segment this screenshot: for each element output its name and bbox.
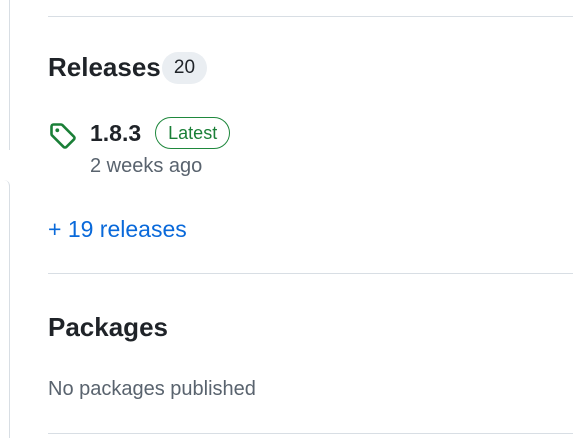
adjacent-panel-edge [0, 180, 10, 438]
tag-icon [50, 123, 76, 149]
release-info: 1.8.3 Latest 2 weeks ago [90, 113, 231, 178]
packages-heading[interactable]: Packages [48, 314, 168, 340]
releases-count-badge: 20 [162, 52, 207, 84]
release-title-line: 1.8.3 Latest [90, 113, 231, 153]
no-packages-text: No packages published [48, 378, 256, 400]
more-releases-link[interactable]: + 19 releases [48, 216, 187, 243]
release-date: 2 weeks ago [90, 155, 203, 177]
adjacent-panel-edge [0, 0, 10, 150]
release-version-link[interactable]: 1.8.3 [90, 120, 141, 147]
section-divider [48, 273, 573, 274]
releases-heading[interactable]: Releases [48, 54, 161, 80]
latest-label: Latest [155, 117, 231, 149]
latest-release-item: 1.8.3 Latest 2 weeks ago [48, 113, 231, 178]
section-divider [48, 16, 573, 17]
section-divider [48, 433, 573, 434]
